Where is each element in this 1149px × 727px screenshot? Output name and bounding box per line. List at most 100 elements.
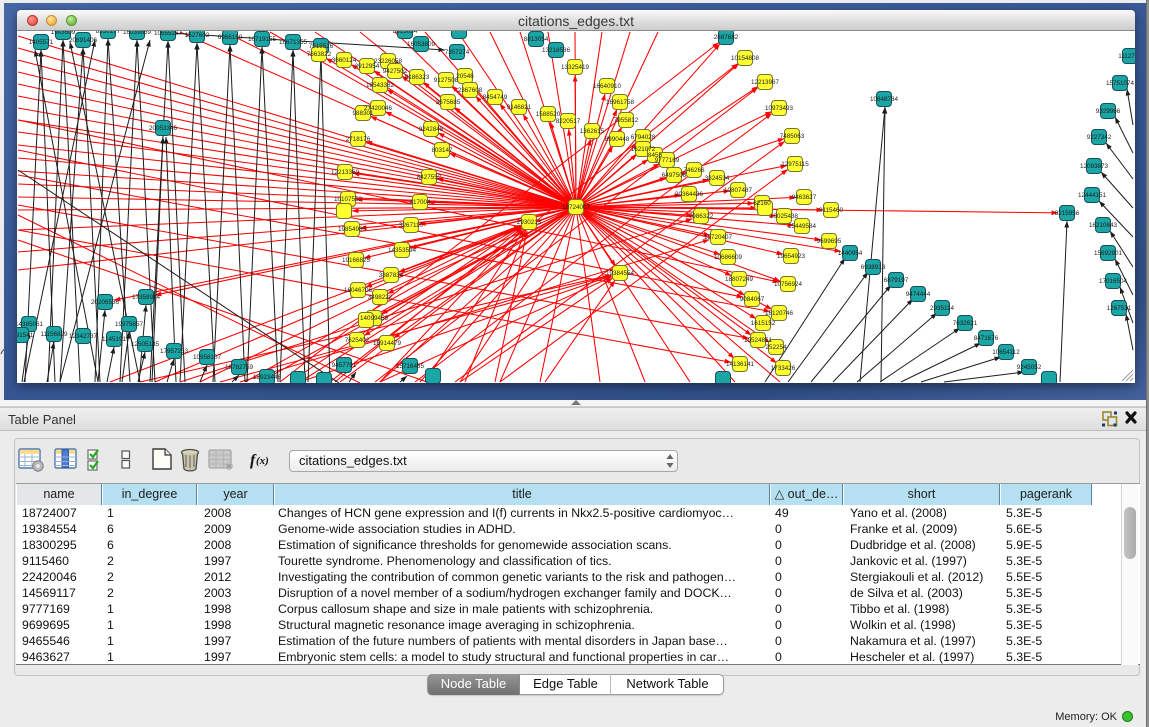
svg-text:3267110: 3267110 xyxy=(399,222,424,229)
svg-text:19654923: 19654923 xyxy=(777,253,806,260)
svg-text:12213967: 12213967 xyxy=(751,79,780,86)
svg-text:1267531: 1267531 xyxy=(1107,305,1132,312)
svg-text:20053346: 20053346 xyxy=(149,125,178,132)
svg-text:1362615: 1362615 xyxy=(580,128,605,135)
svg-text:2887682: 2887682 xyxy=(714,34,739,41)
svg-text:16782759: 16782759 xyxy=(225,364,254,371)
svg-text:12444151: 12444151 xyxy=(1078,192,1107,199)
svg-text:19166825: 19166825 xyxy=(342,257,371,264)
svg-text:7357274: 7357274 xyxy=(445,49,470,56)
svg-text:9084067: 9084067 xyxy=(740,296,765,303)
svg-text:3824534: 3824534 xyxy=(705,175,730,182)
svg-text:15692901: 15692901 xyxy=(1094,250,1123,257)
svg-text:17359924: 17359924 xyxy=(132,294,161,301)
svg-text:6497508: 6497508 xyxy=(662,172,687,179)
svg-text:10686609: 10686609 xyxy=(714,254,743,261)
svg-text:9242848: 9242848 xyxy=(419,126,444,133)
svg-text:417004: 417004 xyxy=(409,199,431,206)
svg-text:3675685: 3675685 xyxy=(436,99,461,106)
svg-text:988301: 988301 xyxy=(352,110,374,117)
svg-text:9245052: 9245052 xyxy=(1017,364,1042,371)
svg-text:16039859: 16039859 xyxy=(123,31,152,36)
svg-text:9329966: 9329966 xyxy=(1096,108,1121,115)
svg-text:20691406: 20691406 xyxy=(69,37,98,44)
svg-text:7986322: 7986322 xyxy=(689,213,714,220)
svg-text:9457791: 9457791 xyxy=(332,362,357,369)
svg-text:17016504: 17016504 xyxy=(1099,278,1128,285)
svg-text:6966160: 6966160 xyxy=(218,34,243,41)
svg-text:10807487: 10807487 xyxy=(724,187,753,194)
svg-text:8427552: 8427552 xyxy=(417,174,442,181)
svg-text:252254: 252254 xyxy=(765,344,787,351)
svg-text:9127508: 9127508 xyxy=(434,77,459,84)
svg-text:7955812: 7955812 xyxy=(614,117,639,124)
svg-text:9474444: 9474444 xyxy=(906,291,931,298)
svg-text:19854985: 19854985 xyxy=(338,226,367,233)
svg-text:7625402: 7625402 xyxy=(345,337,370,344)
svg-text:7485063: 7485063 xyxy=(780,133,805,140)
svg-text:16543362: 16543362 xyxy=(366,82,395,89)
svg-text:8813054: 8813054 xyxy=(524,36,549,43)
svg-text:12505135: 12505135 xyxy=(131,341,160,348)
svg-text:12975115: 12975115 xyxy=(781,161,809,168)
svg-text:8215956: 8215956 xyxy=(1055,210,1080,217)
svg-text:9777169: 9777169 xyxy=(655,157,680,164)
svg-text:16210643: 16210643 xyxy=(1089,222,1118,229)
svg-text:10654112: 10654112 xyxy=(992,349,1020,356)
svg-text:8220517: 8220517 xyxy=(556,118,581,125)
svg-text:6879197: 6879197 xyxy=(884,277,909,284)
svg-text:10973493: 10973493 xyxy=(765,105,794,112)
svg-text:9227342: 9227342 xyxy=(1087,134,1112,141)
svg-text:1527602: 1527602 xyxy=(185,32,210,39)
svg-text:15720407: 15720407 xyxy=(704,234,733,241)
svg-text:12342737: 12342737 xyxy=(69,333,98,340)
svg-text:11156829: 11156829 xyxy=(40,331,68,338)
svg-text:18807249: 18807249 xyxy=(725,276,754,283)
svg-text:9146821: 9146821 xyxy=(507,104,532,111)
svg-text:1615152: 1615152 xyxy=(751,320,776,327)
svg-text:12213369: 12213369 xyxy=(331,169,360,176)
svg-text:9463627: 9463627 xyxy=(792,194,817,201)
svg-text:6938913: 6938913 xyxy=(861,264,886,271)
svg-text:15716485: 15716485 xyxy=(396,363,425,370)
svg-text:14385061: 14385061 xyxy=(17,321,43,328)
svg-text:20206536: 20206536 xyxy=(91,299,120,306)
svg-text:12923446: 12923446 xyxy=(253,374,282,381)
svg-text:8454749: 8454749 xyxy=(483,94,508,101)
svg-text:9115460: 9115460 xyxy=(819,207,844,214)
svg-text:10154808: 10154808 xyxy=(731,55,760,62)
svg-text:7663822: 7663822 xyxy=(307,51,332,58)
svg-text:8186323: 8186323 xyxy=(405,74,430,81)
svg-text:19524851: 19524851 xyxy=(744,337,773,344)
svg-text:14136141: 14136141 xyxy=(726,361,755,368)
svg-text:6794028: 6794028 xyxy=(631,134,656,141)
svg-text:2718176: 2718176 xyxy=(346,136,371,143)
svg-text:10958107: 10958107 xyxy=(193,354,222,361)
svg-text:15751074: 15751074 xyxy=(1106,80,1135,87)
svg-text:17957253: 17957253 xyxy=(160,348,189,355)
svg-text:10648784: 10648784 xyxy=(870,96,899,103)
svg-text:14099459: 14099459 xyxy=(360,315,389,322)
svg-text:10107552: 10107552 xyxy=(334,196,363,203)
svg-text:10719155: 10719155 xyxy=(248,36,277,43)
svg-text:62160: 62160 xyxy=(753,200,771,207)
svg-text:16961758: 16961758 xyxy=(606,99,635,106)
svg-text:20546: 20546 xyxy=(456,73,474,80)
svg-text:2367608: 2367608 xyxy=(458,87,483,94)
svg-text:16120746: 16120746 xyxy=(765,310,794,317)
svg-text:1405571: 1405571 xyxy=(29,39,54,46)
svg-text:9699695: 9699695 xyxy=(817,238,842,245)
svg-text:3887834: 3887834 xyxy=(379,272,404,279)
svg-text:2930213: 2930213 xyxy=(517,219,542,226)
svg-text:13325419: 13325419 xyxy=(561,64,590,71)
svg-text:3660124: 3660124 xyxy=(332,57,357,64)
svg-text:16053809: 16053809 xyxy=(407,41,436,48)
svg-text:7515526: 7515526 xyxy=(309,43,334,50)
svg-text:20364436: 20364436 xyxy=(675,191,704,198)
svg-text:10756924: 10756924 xyxy=(774,281,803,288)
svg-text:16914479: 16914479 xyxy=(373,340,402,347)
svg-text:2935114: 2935114 xyxy=(930,305,955,312)
svg-text:13218586: 13218586 xyxy=(542,47,571,54)
svg-text:12093873: 12093873 xyxy=(1080,163,1109,170)
svg-text:803147: 803147 xyxy=(431,147,453,154)
